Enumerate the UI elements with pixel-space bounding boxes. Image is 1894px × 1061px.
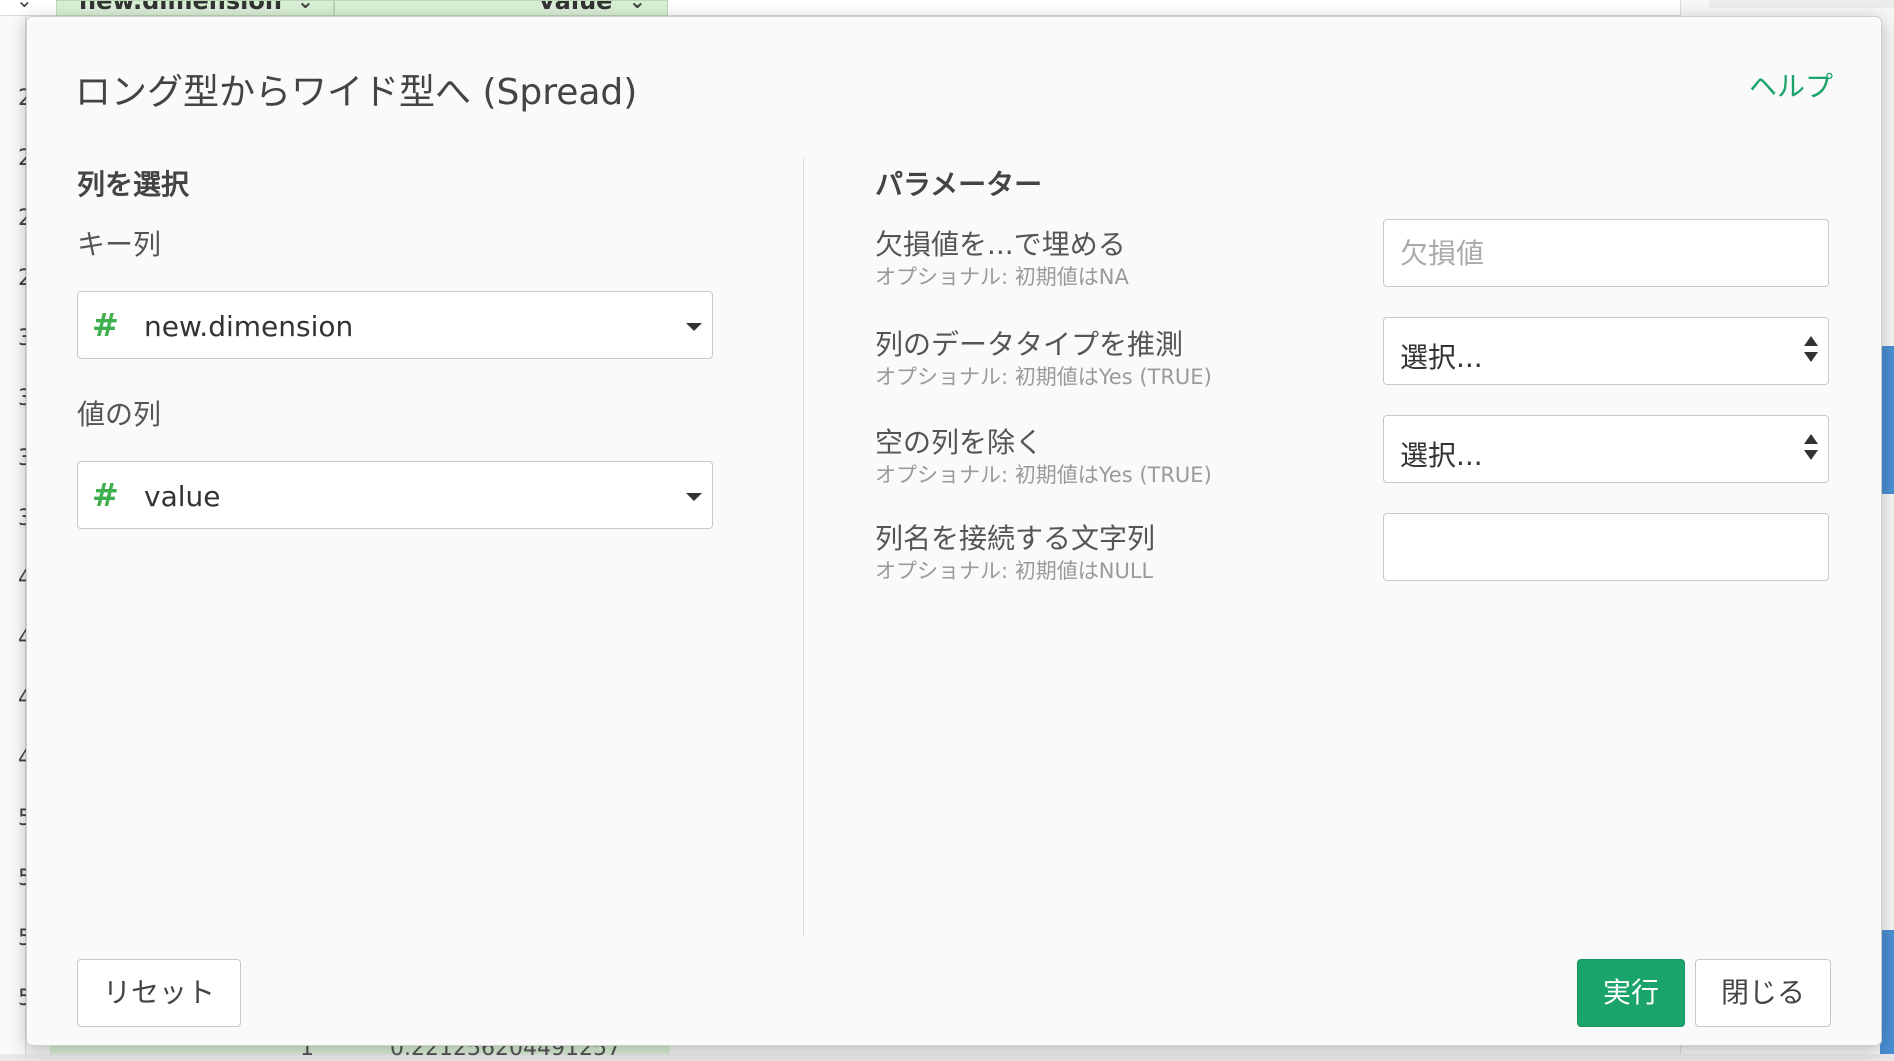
side-panel-bar	[1709, 0, 1894, 8]
value-column-value: value	[144, 480, 221, 513]
guess-type-label: 列のデータタイプを推測	[875, 328, 1184, 361]
select-updown-icon	[1804, 432, 1818, 466]
drop-empty-select[interactable]: 選択...	[1383, 415, 1829, 483]
select-updown-icon	[1804, 334, 1818, 368]
guess-type-hint: オプショナル: 初期値はYes (TRUE)	[875, 365, 1212, 389]
dialog-title: ロング型からワイド型へ (Spread)	[75, 72, 638, 113]
side-panel-blue-block	[1880, 346, 1894, 494]
separator-label: 列名を接続する文字列	[875, 522, 1156, 555]
dropdown-caret-icon	[686, 493, 702, 501]
fill-missing-label: 欠損値を...で埋める	[875, 228, 1126, 261]
column-header-label: new.dimension	[79, 0, 282, 15]
drop-empty-hint: オプショナル: 初期値はYes (TRUE)	[875, 463, 1212, 487]
separator-input[interactable]	[1383, 513, 1829, 581]
guess-type-value: 選択...	[1400, 341, 1483, 374]
numeric-type-icon: #	[92, 476, 119, 514]
chevron-down-icon[interactable]: ⌄	[629, 1, 646, 13]
value-column-label: 値の列	[77, 398, 162, 431]
chevron-down-icon[interactable]: ⌄	[16, 0, 33, 12]
value-column-select[interactable]: # value	[77, 461, 713, 529]
numeric-type-icon: #	[92, 306, 119, 344]
parameters-section-title: パラメーター	[875, 168, 1043, 201]
separator-hint: オプショナル: 初期値はNULL	[875, 559, 1154, 583]
fill-missing-input[interactable]	[1383, 219, 1829, 287]
drop-empty-value: 選択...	[1400, 439, 1483, 472]
spread-dialog: ロング型からワイド型へ (Spread) ヘルプ 列を選択 キー列 # new.…	[26, 16, 1882, 1046]
key-column-select[interactable]: # new.dimension	[77, 291, 713, 359]
key-column-value: new.dimension	[144, 310, 354, 343]
column-select-section-title: 列を選択	[77, 168, 190, 201]
row-number-column: 2 2 2 2 3 3 3 3 4 4 4 4 5 5 5 5	[0, 16, 32, 1054]
help-link[interactable]: ヘルプ	[1749, 65, 1833, 105]
chevron-down-icon[interactable]: ⌄	[297, 1, 314, 13]
dropdown-caret-icon	[686, 323, 702, 331]
fill-missing-hint: オプショナル: 初期値はNA	[875, 265, 1129, 289]
column-header-value[interactable]: value ⌄	[334, 0, 668, 16]
column-divider	[803, 157, 804, 937]
reset-button[interactable]: リセット	[77, 959, 241, 1027]
data-grid-header: new.dimension ⌄ value ⌄ ⌄	[0, 0, 1680, 16]
column-header-new-dimension[interactable]: new.dimension ⌄	[56, 0, 334, 16]
drop-empty-label: 空の列を除く	[875, 426, 1044, 459]
close-button[interactable]: 閉じる	[1695, 959, 1831, 1027]
key-column-label: キー列	[77, 228, 162, 261]
column-header-label: value	[539, 0, 613, 15]
guess-type-select[interactable]: 選択...	[1383, 317, 1829, 385]
run-button[interactable]: 実行	[1577, 959, 1685, 1027]
side-panel-blue-block	[1880, 930, 1894, 1054]
